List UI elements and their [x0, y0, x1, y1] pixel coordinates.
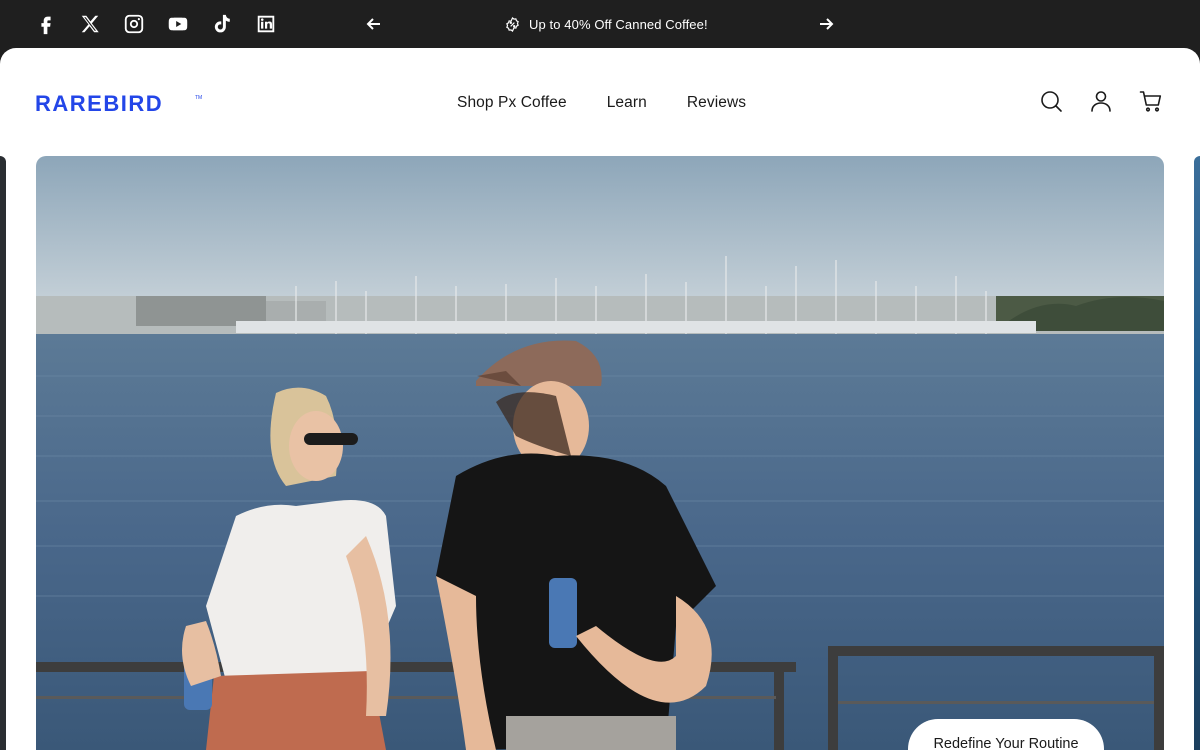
- announcement-bar: Up to 40% Off Canned Coffee!: [0, 0, 1200, 48]
- main-panel: RAREBIRD TM Shop Px Coffee Learn Reviews: [0, 48, 1200, 750]
- nav-item-reviews[interactable]: Reviews: [687, 94, 746, 112]
- svg-text:RAREBIRD: RAREBIRD: [35, 92, 163, 114]
- main-nav: Shop Px Coffee Learn Reviews: [457, 94, 746, 112]
- cart-icon[interactable]: [1139, 89, 1163, 113]
- search-icon[interactable]: [1039, 89, 1063, 113]
- hero-image[interactable]: [36, 156, 1164, 750]
- site-header: RAREBIRD TM Shop Px Coffee Learn Reviews: [0, 48, 1200, 156]
- social-links: [34, 12, 278, 36]
- youtube-icon[interactable]: [166, 12, 190, 36]
- rarebird-logo-icon: RAREBIRD TM: [35, 91, 202, 116]
- tiktok-icon[interactable]: [210, 12, 234, 36]
- facebook-icon[interactable]: [34, 12, 58, 36]
- brand-logo[interactable]: RAREBIRD TM: [35, 91, 205, 116]
- arrow-left-icon[interactable]: [364, 14, 384, 34]
- nav-item-shop-px-coffee[interactable]: Shop Px Coffee: [457, 94, 567, 112]
- previous-slide-peek[interactable]: [0, 156, 6, 750]
- nav-item-learn[interactable]: Learn: [607, 94, 647, 112]
- discount-badge-icon: [506, 16, 519, 32]
- instagram-icon[interactable]: [122, 12, 146, 36]
- linkedin-icon[interactable]: [254, 12, 278, 36]
- promo-message[interactable]: Up to 40% Off Canned Coffee!: [505, 14, 708, 34]
- arrow-right-icon[interactable]: [816, 14, 836, 34]
- header-actions: [1039, 89, 1163, 113]
- svg-text:TM: TM: [195, 95, 202, 101]
- account-icon[interactable]: [1089, 89, 1113, 113]
- x-icon[interactable]: [78, 12, 102, 36]
- promo-text: Up to 40% Off Canned Coffee!: [529, 16, 708, 32]
- next-slide-peek[interactable]: [1194, 156, 1200, 750]
- redefine-your-routine-button[interactable]: Redefine Your Routine: [908, 719, 1104, 750]
